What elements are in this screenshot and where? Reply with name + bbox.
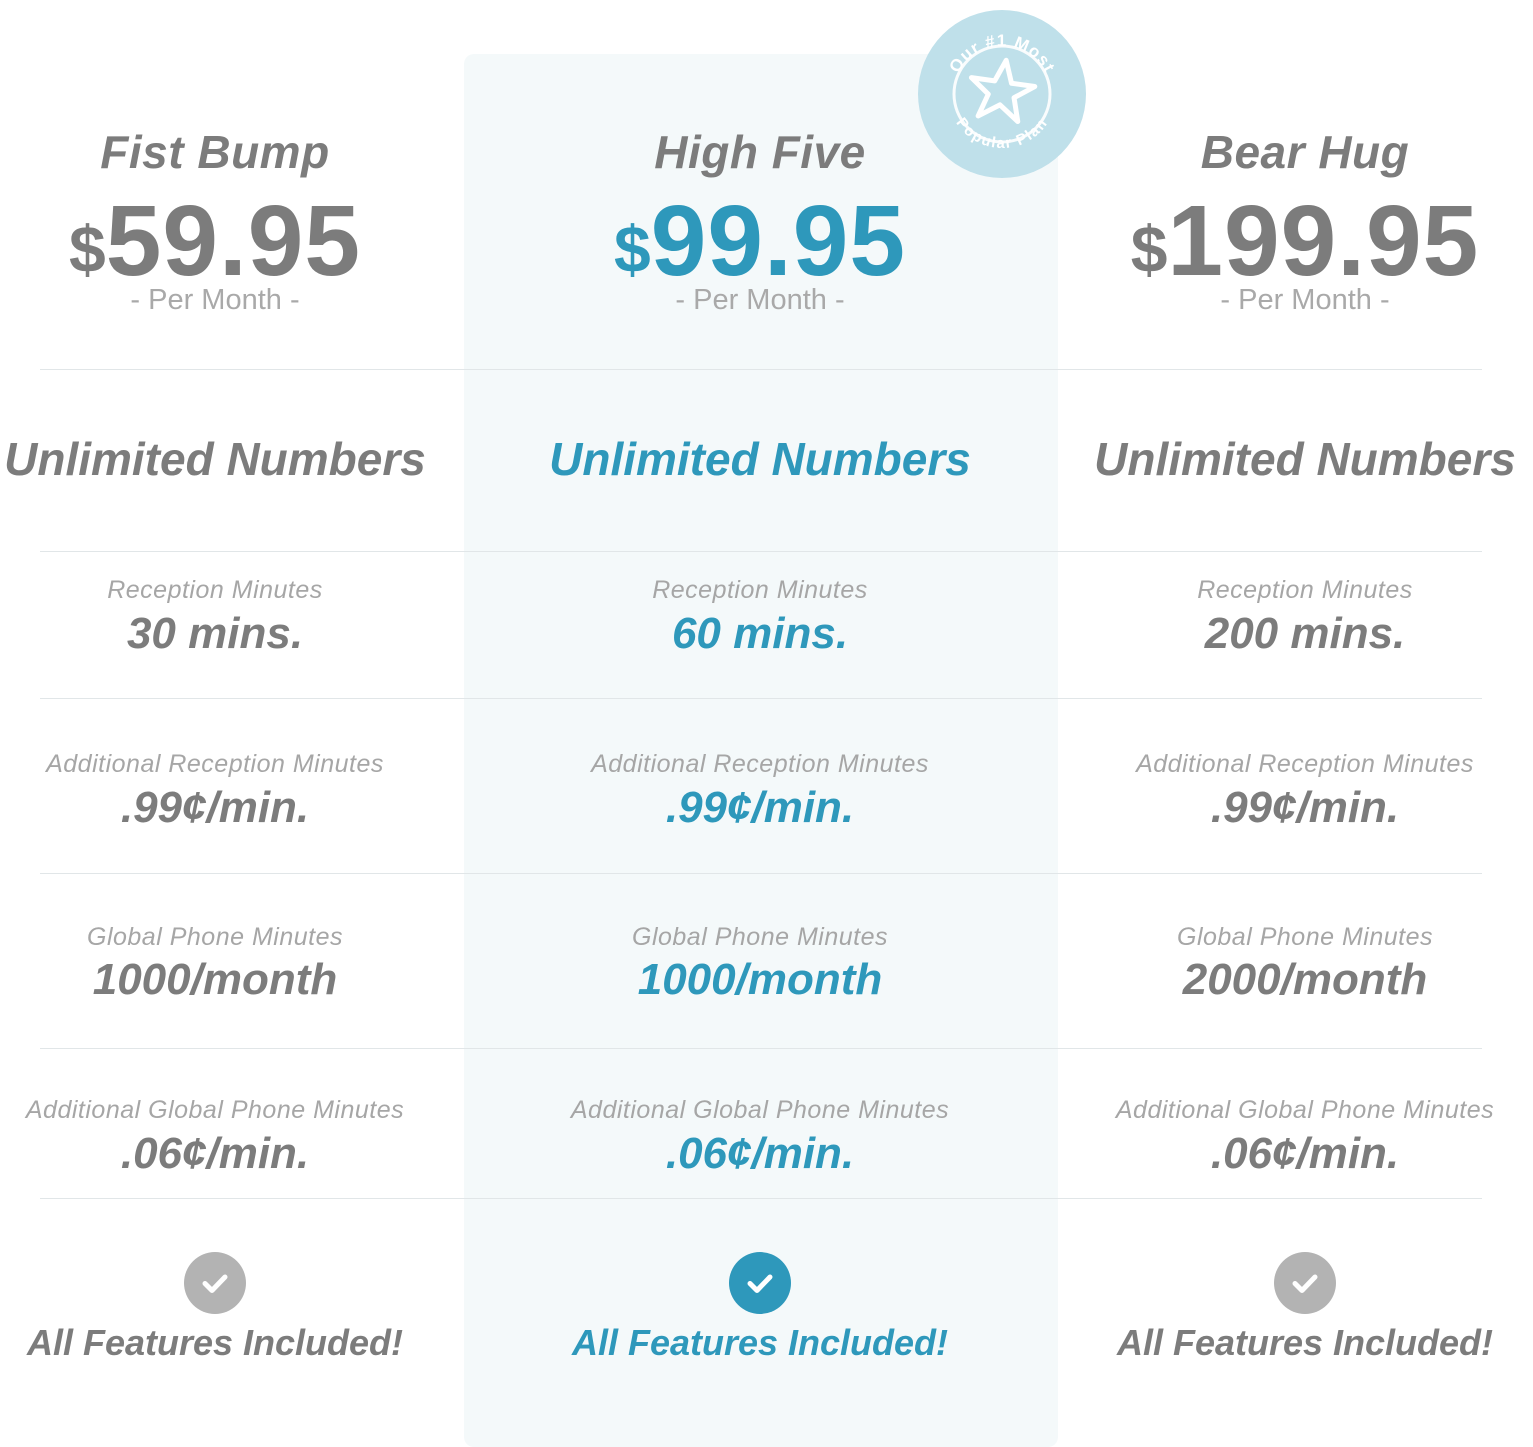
plan-column-bear-hug: Bear Hug $199.95 - Per Month - Unlimited…	[1035, 0, 1533, 1447]
price-period: - Per Month -	[675, 284, 845, 316]
feature-label: Reception Minutes	[652, 576, 868, 604]
most-popular-badge: Our #1 Most Popular Plan	[918, 10, 1086, 178]
feature-label: Global Phone Minutes	[87, 923, 343, 951]
feature-value: 60 mins.	[671, 609, 849, 658]
plan-column-fist-bump: Fist Bump $59.95 - Per Month - Unlimited…	[0, 0, 485, 1447]
currency-symbol: $	[69, 212, 106, 286]
numbers-feature: Unlimited Numbers	[549, 433, 971, 485]
currency-symbol: $	[1130, 212, 1168, 286]
feature-value: 2000/month	[1182, 955, 1428, 1004]
feature-value: 200 mins.	[1204, 609, 1406, 658]
feature-value: .99¢/min.	[665, 783, 855, 832]
all-features-included: All Features Included!	[26, 1322, 404, 1363]
price-amount: 199.95	[1167, 185, 1480, 297]
feature-label: Additional Global Phone Minutes	[570, 1096, 950, 1124]
price-amount: 59.95	[105, 185, 361, 297]
numbers-feature: Unlimited Numbers	[4, 433, 426, 485]
feature-value: .06¢/min.	[665, 1129, 855, 1178]
check-circle-icon	[1274, 1252, 1336, 1314]
numbers-feature: Unlimited Numbers	[1094, 433, 1516, 485]
price-amount: 99.95	[650, 185, 906, 297]
plan-name: Bear Hug	[1200, 126, 1410, 178]
all-features-included: All Features Included!	[571, 1322, 949, 1363]
feature-value: 1000/month	[92, 955, 338, 1004]
all-features-included: All Features Included!	[1116, 1322, 1494, 1363]
check-circle-icon	[729, 1252, 791, 1314]
check-circle-icon	[184, 1252, 246, 1314]
feature-label: Global Phone Minutes	[1177, 923, 1433, 951]
price-period: - Per Month -	[130, 284, 300, 316]
feature-label: Additional Reception Minutes	[46, 750, 384, 778]
feature-value: 30 mins.	[126, 609, 304, 658]
feature-label: Additional Reception Minutes	[1136, 750, 1474, 778]
feature-value: .99¢/min.	[1210, 783, 1400, 832]
plan-name: Fist Bump	[100, 126, 330, 178]
feature-value: .06¢/min.	[120, 1129, 310, 1178]
feature-value: 1000/month	[637, 955, 883, 1004]
feature-label: Additional Global Phone Minutes	[25, 1096, 405, 1124]
feature-label: Additional Reception Minutes	[591, 750, 929, 778]
feature-label: Additional Global Phone Minutes	[1115, 1096, 1495, 1124]
feature-label: Reception Minutes	[1197, 576, 1413, 604]
price-period: - Per Month -	[1220, 284, 1390, 316]
feature-label: Global Phone Minutes	[632, 923, 888, 951]
feature-value: .06¢/min.	[1210, 1129, 1400, 1178]
feature-label: Reception Minutes	[107, 576, 323, 604]
currency-symbol: $	[614, 212, 651, 286]
plan-column-high-five: High Five $99.95 - Per Month - Unlimited…	[490, 0, 1030, 1447]
feature-value: .99¢/min.	[120, 783, 310, 832]
